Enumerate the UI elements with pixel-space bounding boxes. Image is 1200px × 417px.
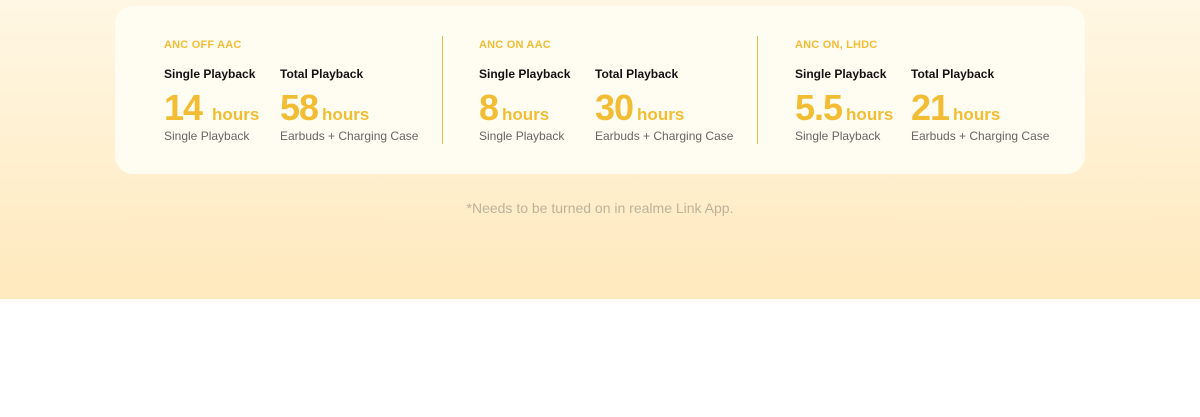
total-playback-label: Total Playback (911, 67, 995, 81)
group-title: ANC OFF AAC (164, 39, 242, 51)
single-playback-caption: Single Playback (164, 129, 250, 143)
single-playback-value: 8 hours (479, 87, 549, 129)
group-divider (757, 36, 758, 144)
group-title: ANC ON, LHDC (795, 39, 878, 51)
single-playback-label: Single Playback (479, 67, 571, 81)
value-number: 21 (911, 87, 950, 128)
total-playback-caption: Earbuds + Charging Case (911, 129, 1050, 143)
value-unit: hours (212, 105, 260, 124)
group-anc-on-lhdc: ANC ON, LHDC Single Playback 5.5 hours S… (795, 6, 1085, 174)
total-playback-caption: Earbuds + Charging Case (595, 129, 734, 143)
single-playback-value: 5.5 hours (795, 87, 893, 129)
footnote-text: *Needs to be turned on in realme Link Ap… (466, 200, 734, 216)
total-playback-caption: Earbuds + Charging Case (280, 129, 419, 143)
value-number: 14 (164, 87, 203, 128)
value-number: 5.5 (795, 87, 843, 128)
single-playback-value: 14 hours (164, 87, 259, 129)
total-playback-value: 30 hours (595, 87, 684, 129)
group-anc-on-aac: ANC ON AAC Single Playback 8 hours Singl… (479, 6, 779, 174)
total-playback-label: Total Playback (280, 67, 364, 81)
value-unit: hours (953, 105, 1001, 124)
group-title: ANC ON AAC (479, 39, 551, 51)
value-unit: hours (846, 105, 894, 124)
value-number: 58 (280, 87, 319, 128)
value-number: 30 (595, 87, 634, 128)
total-playback-value: 21 hours (911, 87, 1000, 129)
total-playback-value: 58 hours (280, 87, 369, 129)
single-playback-label: Single Playback (164, 67, 256, 81)
single-playback-caption: Single Playback (479, 129, 565, 143)
value-number: 8 (479, 87, 499, 128)
battery-stats-card: ANC OFF AAC Single Playback 14 hours Sin… (115, 6, 1085, 174)
group-anc-off-aac: ANC OFF AAC Single Playback 14 hours Sin… (164, 6, 464, 174)
group-divider (442, 36, 443, 144)
value-unit: hours (322, 105, 370, 124)
single-playback-caption: Single Playback (795, 129, 881, 143)
value-unit: hours (637, 105, 685, 124)
value-unit: hours (502, 105, 550, 124)
single-playback-label: Single Playback (795, 67, 887, 81)
total-playback-label: Total Playback (595, 67, 679, 81)
